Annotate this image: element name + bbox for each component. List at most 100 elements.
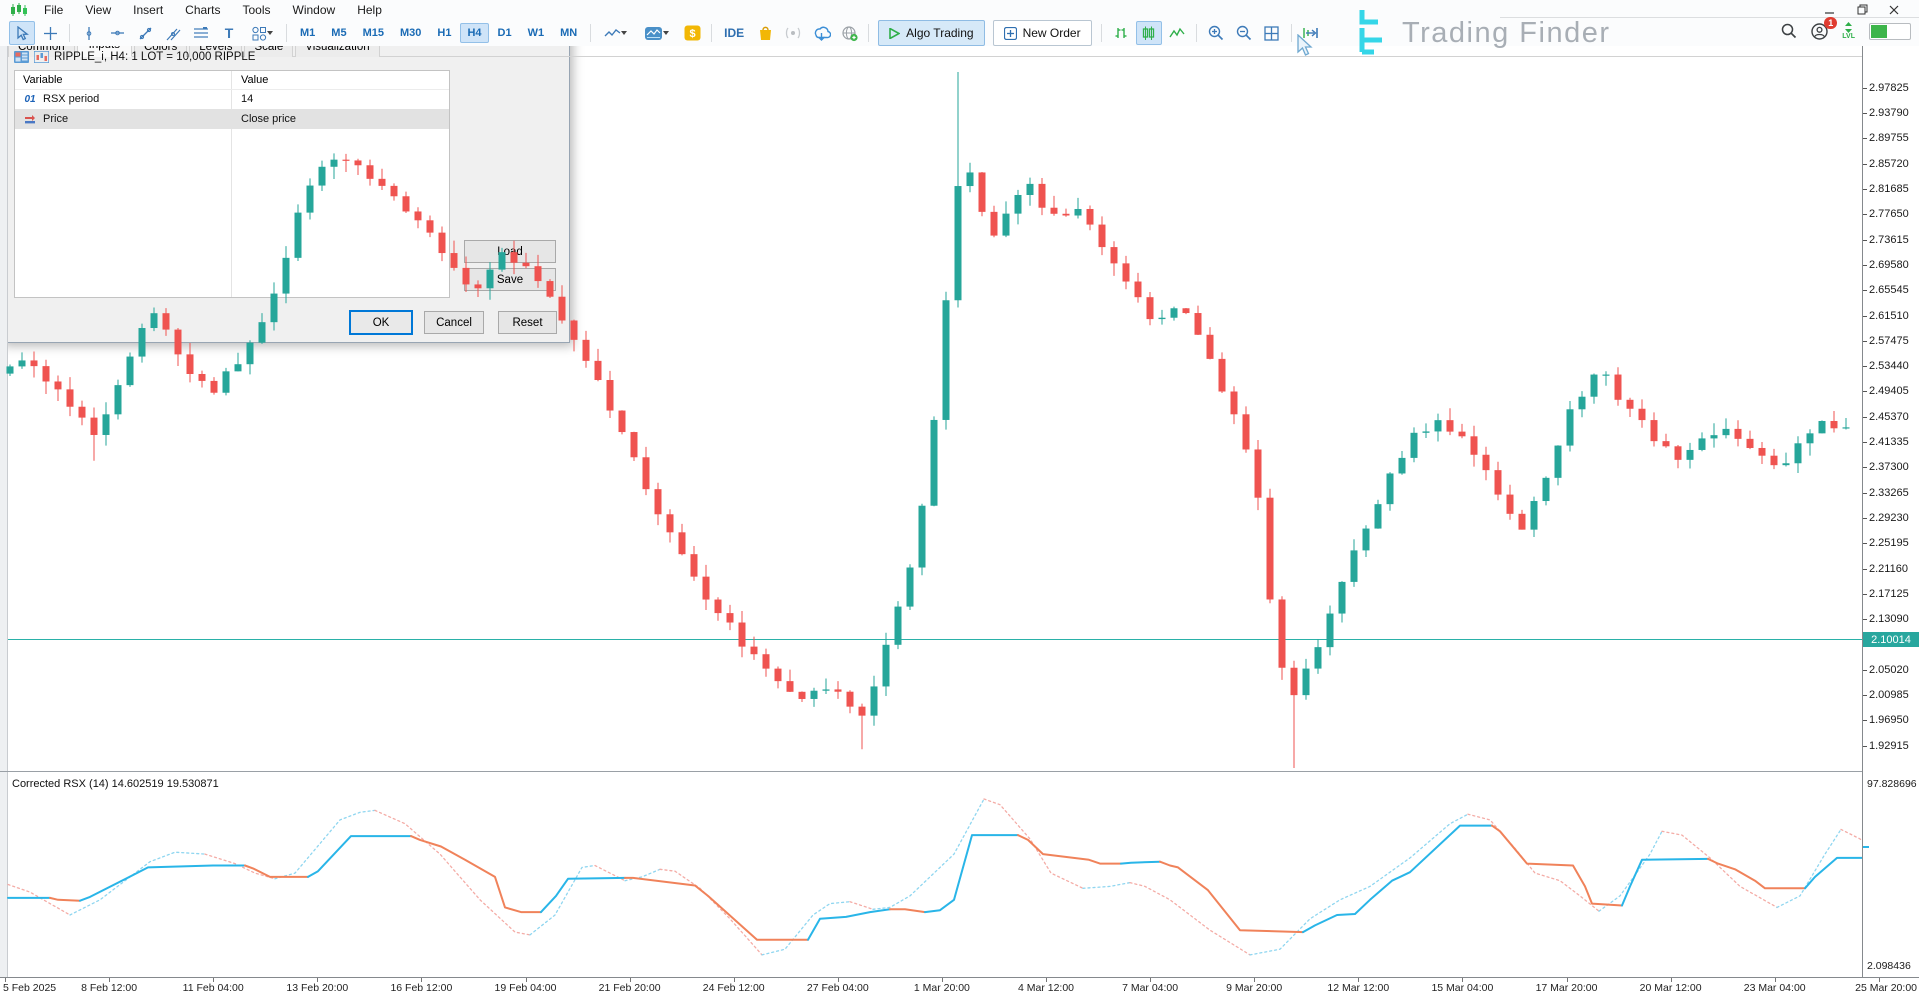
menu-item-view[interactable]: View <box>74 0 122 20</box>
timeframe-button-w1[interactable]: W1 <box>521 23 552 43</box>
price-value: 2.05020 <box>1869 664 1909 676</box>
time-axis-label: 4 Mar 12:00 <box>1018 982 1074 994</box>
time-axis[interactable]: 5 Feb 20258 Feb 12:0011 Feb 04:0013 Feb … <box>0 977 1919 996</box>
ide-button[interactable]: IDE <box>718 21 750 45</box>
search-button[interactable] <box>1781 23 1797 39</box>
price-tick <box>1863 316 1867 317</box>
price-value: 2.45370 <box>1869 411 1909 423</box>
connection-toggle[interactable] <box>1869 23 1911 40</box>
text-tool-button[interactable]: T <box>216 21 242 45</box>
price-tick <box>1863 366 1867 367</box>
price-tick <box>1863 619 1867 620</box>
timeframe-button-m1[interactable]: M1 <box>293 23 322 43</box>
timeframe-button-m5[interactable]: M5 <box>324 23 353 43</box>
price-tick <box>1863 569 1867 570</box>
price-value: 2.25195 <box>1869 537 1909 549</box>
indicator-pane-surface[interactable] <box>8 772 1862 977</box>
timeframe-button-d1[interactable]: D1 <box>491 23 519 43</box>
time-axis-label: 27 Feb 04:00 <box>807 982 869 994</box>
price-tick <box>1863 493 1867 494</box>
horizontal-line-tool-button[interactable] <box>104 21 130 45</box>
chevron-down-icon <box>621 31 628 36</box>
price-tick <box>1863 467 1867 468</box>
price-value: 2.85720 <box>1869 158 1909 170</box>
minimize-button[interactable] <box>1819 2 1841 17</box>
price-tick <box>1863 189 1867 190</box>
close-button[interactable] <box>1883 2 1905 17</box>
price-value: 2.65545 <box>1869 284 1909 296</box>
signals-button[interactable] <box>780 21 806 45</box>
time-axis-label: 12 Mar 12:00 <box>1327 982 1389 994</box>
algo-trading-label: Algo Trading <box>906 26 973 40</box>
mouse-cursor <box>1296 34 1314 58</box>
shopping-bag-icon <box>758 25 773 41</box>
time-axis-label: 19 Feb 04:00 <box>495 982 557 994</box>
chart-type-button[interactable] <box>597 21 635 45</box>
candles-style-button[interactable] <box>1136 21 1162 45</box>
channel-tool-button[interactable] <box>160 21 186 45</box>
cursor-icon <box>15 26 30 41</box>
fibonacci-icon <box>193 26 209 40</box>
shapes-tool-button[interactable] <box>244 21 280 45</box>
pane-separator[interactable] <box>0 771 1919 772</box>
timeframe-button-h1[interactable]: H1 <box>430 23 458 43</box>
time-axis-label: 21 Feb 20:00 <box>599 982 661 994</box>
timeframe-button-h4[interactable]: H4 <box>460 23 488 43</box>
vertical-line-tool-button[interactable] <box>76 21 102 45</box>
menu-item-help[interactable]: Help <box>346 0 393 20</box>
price-value: 2.13090 <box>1869 613 1909 625</box>
indicator-label: Corrected RSX (14) 14.602519 19.530871 <box>12 778 219 790</box>
market-button[interactable] <box>752 21 778 45</box>
timeframe-button-m30[interactable]: M30 <box>393 23 428 43</box>
mt5-window: FileViewInsertChartsToolsWindowHelp <box>0 0 1919 996</box>
tile-windows-button[interactable] <box>1259 21 1285 45</box>
price-axis[interactable]: 2.978252.937902.897552.857202.816852.776… <box>1862 45 1919 977</box>
text-icon: T <box>225 25 234 41</box>
fibonacci-tool-button[interactable] <box>188 21 214 45</box>
indicators-button[interactable] <box>637 21 677 45</box>
line-style-button[interactable] <box>1164 21 1190 45</box>
zoom-out-icon <box>1236 25 1252 41</box>
price-tick <box>1863 88 1867 89</box>
cloud-icon <box>812 26 831 41</box>
new-order-button[interactable]: New Order <box>993 20 1092 46</box>
shapes-icon <box>251 26 267 41</box>
restore-button[interactable] <box>1851 2 1873 17</box>
zoom-in-button[interactable] <box>1203 21 1229 45</box>
symbol-label: RIPPLE_i, H4: 1 LOT = 10,000 RIPPLE <box>54 51 255 63</box>
menu-item-tools[interactable]: Tools <box>232 0 282 20</box>
account-button[interactable]: 1 <box>1811 23 1828 40</box>
window-controls <box>1819 2 1905 17</box>
cursor-tool-button[interactable] <box>9 21 35 45</box>
price-tick <box>1863 290 1867 291</box>
price-tick <box>1863 594 1867 595</box>
dollar-icon: $ <box>684 25 701 41</box>
currency-button[interactable]: $ <box>679 21 705 45</box>
community-button[interactable] <box>836 21 862 45</box>
crosshair-tool-button[interactable] <box>37 21 63 45</box>
cloud-button[interactable] <box>808 21 834 45</box>
menu-item-insert[interactable]: Insert <box>122 0 174 20</box>
zigzag-line-icon <box>1169 27 1185 40</box>
line-chart-icon <box>604 27 621 40</box>
menu-item-file[interactable]: File <box>33 0 74 20</box>
chart-surface[interactable] <box>8 46 1862 771</box>
time-axis-label: 23 Mar 04:00 <box>1744 982 1806 994</box>
restore-icon <box>1857 4 1868 15</box>
price-tick <box>1863 240 1867 241</box>
timeframe-button-mn[interactable]: MN <box>553 23 584 43</box>
menu-item-window[interactable]: Window <box>282 0 347 20</box>
algo-trading-button[interactable]: Algo Trading <box>878 20 984 46</box>
time-axis-label: 11 Feb 04:00 <box>183 982 244 994</box>
trendline-tool-button[interactable] <box>132 21 158 45</box>
zoom-out-button[interactable] <box>1231 21 1257 45</box>
price-tick <box>1863 265 1867 266</box>
trendline-icon <box>138 26 153 41</box>
level-indicator[interactable]: LVL <box>1842 22 1855 40</box>
zoom-in-icon <box>1208 25 1224 41</box>
timeframe-button-m15[interactable]: M15 <box>356 23 391 43</box>
time-axis-label: 1 Mar 20:00 <box>914 982 970 994</box>
bars-style-button[interactable] <box>1108 21 1134 45</box>
menu-item-charts[interactable]: Charts <box>174 0 231 20</box>
time-axis-label: 15 Mar 04:00 <box>1431 982 1493 994</box>
